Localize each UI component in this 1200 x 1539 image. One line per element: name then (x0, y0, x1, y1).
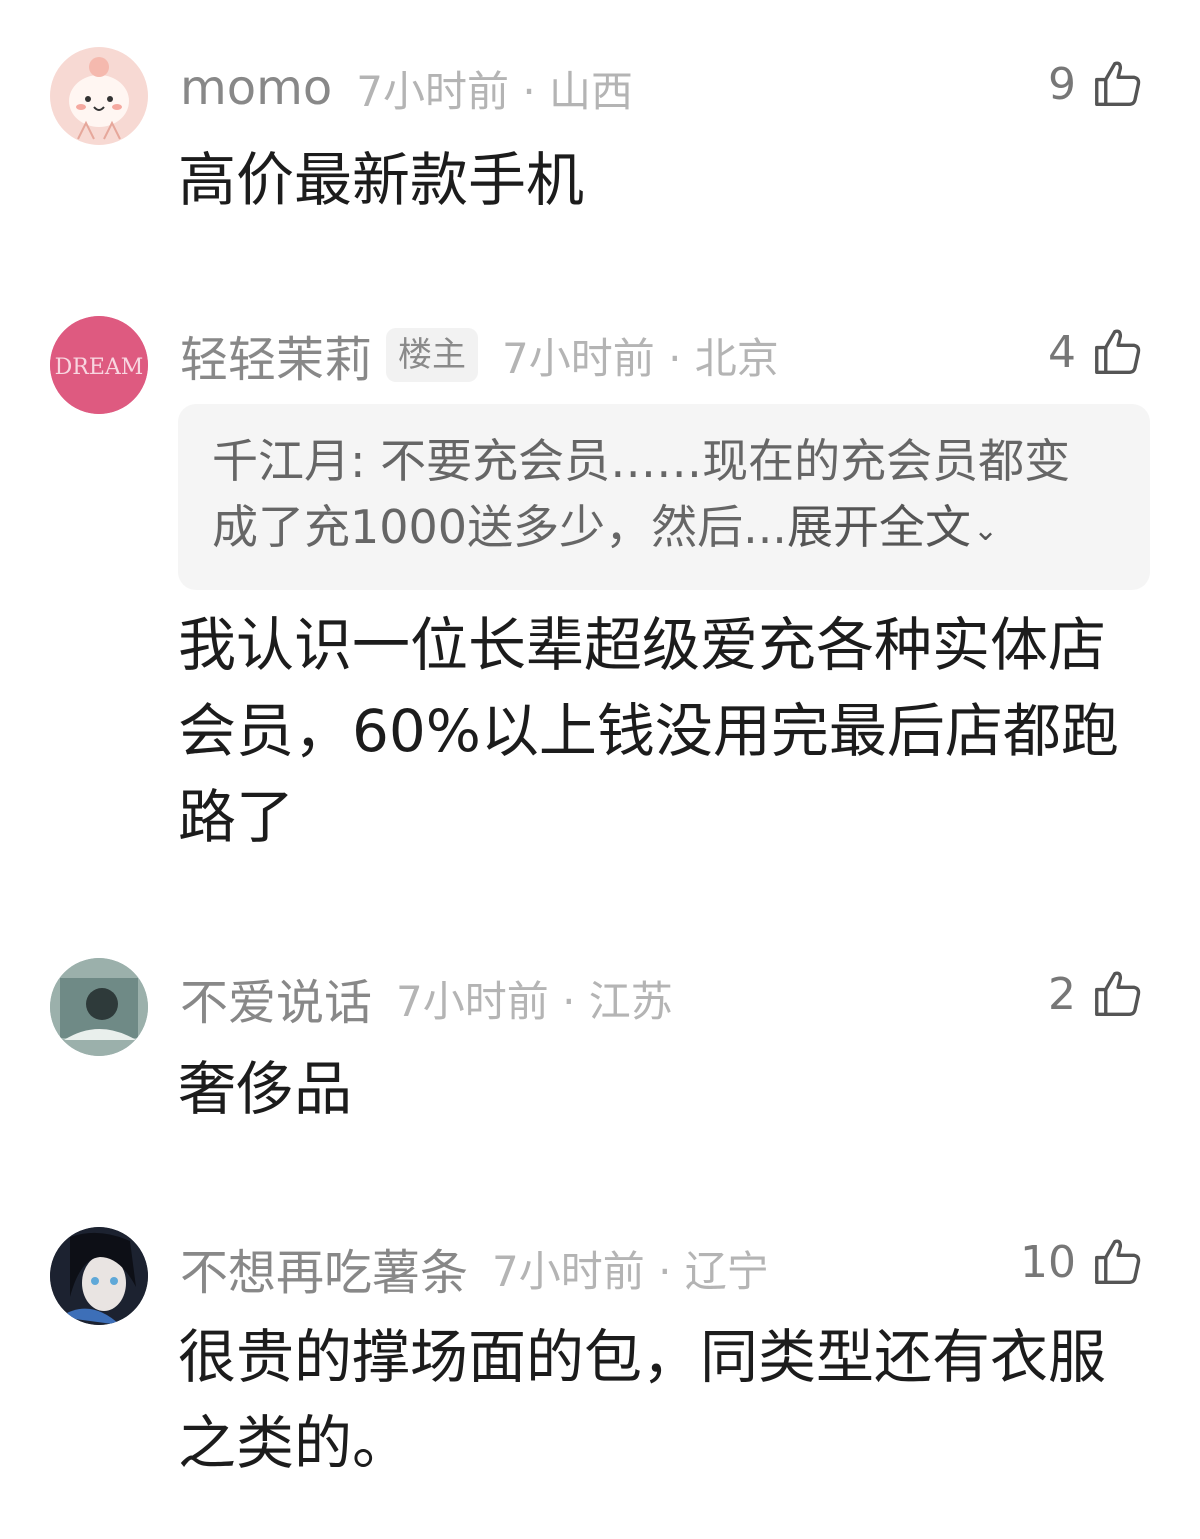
like-count: 10 (1020, 1236, 1076, 1288)
thumbs-up-icon (1095, 329, 1141, 374)
chevron-down-icon: ⌄ (972, 512, 999, 548)
thumbs-up-icon (1095, 1239, 1141, 1284)
avatar[interactable] (50, 1227, 148, 1325)
comment-header: 不想再吃薯条 7小时前 · 辽宁 (180, 1238, 769, 1301)
like-button[interactable]: 9 (1048, 54, 1144, 114)
expand-link[interactable]: 展开全文⌄ (787, 500, 998, 554)
avatar[interactable] (50, 958, 148, 1056)
comment-text: 我认识一位长辈超级爱充各种实体店会员，60%以上钱没用完最后店都跑路了 (178, 611, 1119, 851)
username[interactable]: momo (180, 60, 332, 116)
comment-text: 很贵的撑场面的包，同类型还有衣服之类的。 (178, 1323, 1107, 1477)
comment-meta: 7小时前 · 北京 (502, 333, 779, 383)
like-button[interactable]: 4 (1048, 322, 1144, 382)
like-button[interactable]: 2 (1048, 964, 1144, 1024)
avatar[interactable] (50, 47, 148, 145)
thumbs-up-icon (1095, 61, 1141, 106)
comment-text: 高价最新款手机 (178, 146, 585, 214)
comment-text: 奢侈品 (178, 1055, 353, 1123)
comment-meta: 7小时前 · 山西 (356, 66, 634, 116)
like-count: 9 (1048, 58, 1076, 110)
like-count: 2 (1048, 968, 1076, 1020)
like-button[interactable]: 10 (1020, 1232, 1144, 1292)
username[interactable]: 轻轻茉莉 (180, 320, 372, 390)
like-count: 4 (1048, 326, 1076, 378)
username[interactable]: 不想再吃薯条 (180, 1233, 468, 1303)
avatar-dream-text: DREAM (55, 355, 144, 380)
thumbs-up-icon (1095, 971, 1141, 1016)
expand-label: 展开全文 (786, 500, 971, 554)
username[interactable]: 不爱说话 (180, 963, 372, 1033)
comment-meta: 7小时前 · 江苏 (396, 976, 673, 1026)
author-badge: 楼主 (386, 328, 479, 382)
avatar[interactable]: DREAM (50, 316, 148, 414)
quoted-reply[interactable]: 千江月: 不要充会员……现在的充会员都变成了充1000送多少，然后...展开全文… (178, 404, 1150, 590)
comment-meta: 7小时前 · 辽宁 (492, 1246, 769, 1296)
comment-header: 不爱说话 7小时前 · 江苏 (180, 968, 673, 1031)
comment-header: 轻轻茉莉 楼主 7小时前 · 北京 (180, 325, 779, 388)
comment-header: momo 7小时前 · 山西 (180, 58, 633, 118)
